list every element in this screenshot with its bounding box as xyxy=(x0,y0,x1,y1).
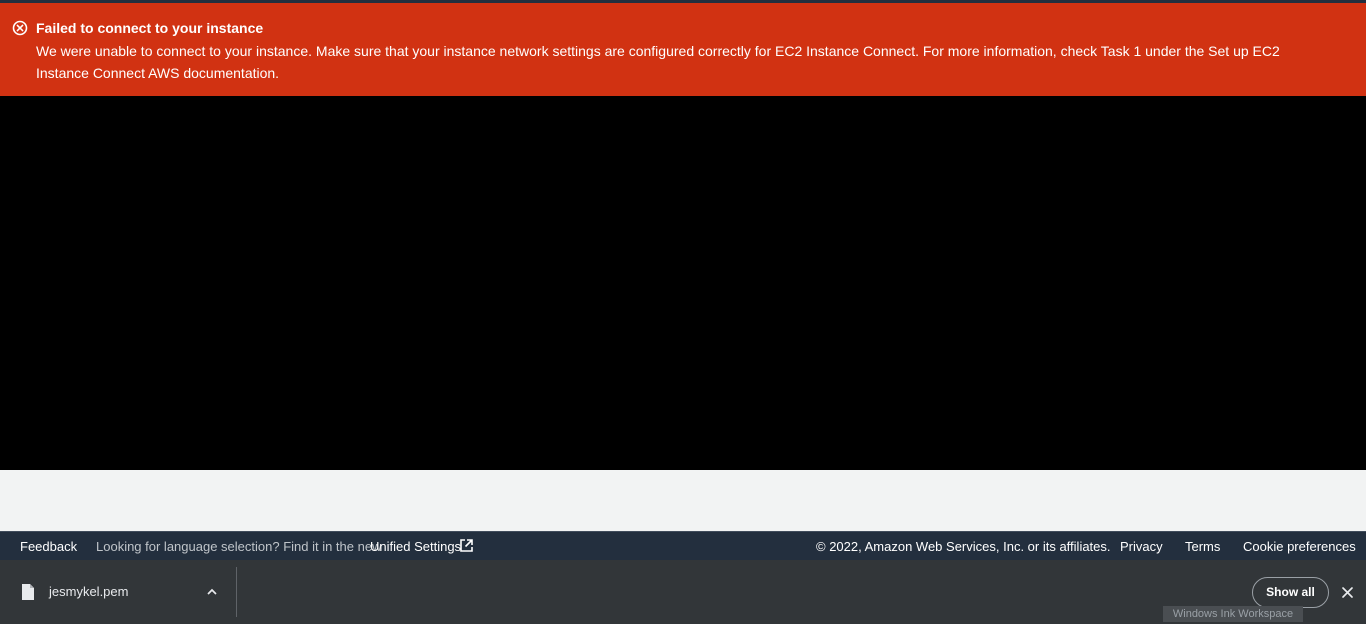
alert-message: We were unable to connect to your instan… xyxy=(36,43,1280,81)
language-prompt: Looking for language selection? Find it … xyxy=(96,539,382,554)
cookie-preferences-link[interactable]: Cookie preferences xyxy=(1243,539,1356,554)
error-circle-x-icon xyxy=(12,20,28,36)
ec2-instance-connect-page: Failed to connect to your instance We we… xyxy=(0,0,1366,624)
close-icon[interactable] xyxy=(1341,586,1354,599)
error-alert: Failed to connect to your instance We we… xyxy=(0,3,1366,96)
console-footer: Feedback Looking for language selection?… xyxy=(0,531,1366,560)
chevron-up-icon[interactable] xyxy=(205,586,219,598)
unified-settings-link[interactable]: Unified Settings xyxy=(370,539,461,554)
content-background xyxy=(0,470,1366,531)
show-all-button[interactable]: Show all xyxy=(1252,577,1329,608)
download-filename: jesmykel.pem xyxy=(49,584,129,599)
copyright-text: © 2022, Amazon Web Services, Inc. or its… xyxy=(816,539,1111,554)
feedback-link[interactable]: Feedback xyxy=(20,539,77,554)
download-separator xyxy=(236,567,237,617)
terminal-window[interactable] xyxy=(0,96,1366,470)
file-icon xyxy=(22,584,34,600)
terms-link[interactable]: Terms xyxy=(1185,539,1220,554)
windows-ink-tooltip: Windows Ink Workspace xyxy=(1163,606,1303,622)
external-link-icon[interactable] xyxy=(459,538,474,553)
download-item[interactable]: jesmykel.pem xyxy=(0,560,236,624)
privacy-link[interactable]: Privacy xyxy=(1120,539,1163,554)
alert-title: Failed to connect to your instance xyxy=(36,20,264,36)
downloads-bar: jesmykel.pem Show all xyxy=(0,560,1366,624)
